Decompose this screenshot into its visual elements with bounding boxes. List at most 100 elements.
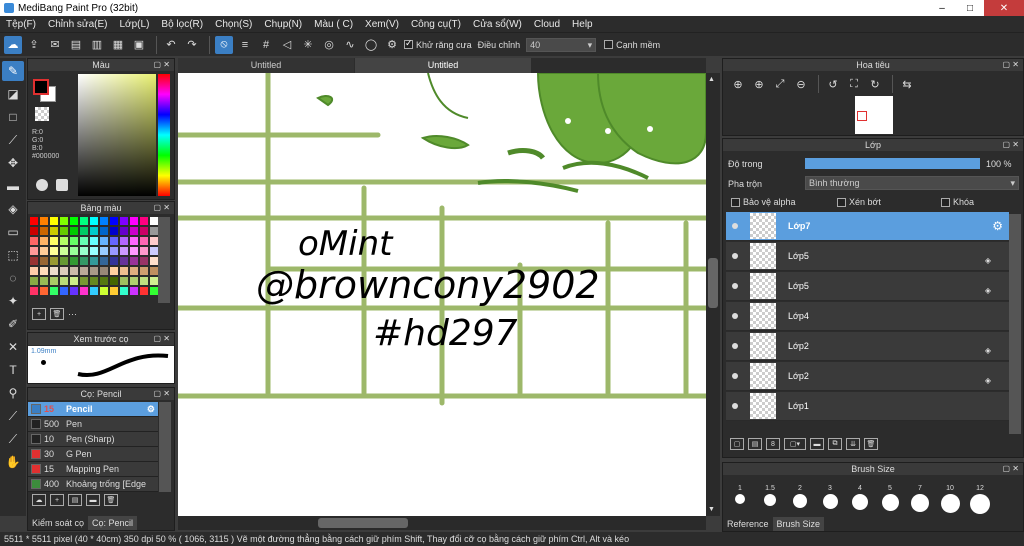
canvas-vertical-scrollbar[interactable]: ▲ ▼ bbox=[706, 73, 720, 516]
palette-swatch[interactable] bbox=[110, 217, 118, 225]
palette-swatch[interactable] bbox=[50, 247, 58, 255]
menu-filter[interactable]: Bộ lọc(R) bbox=[155, 19, 209, 30]
menu-window[interactable]: Cửa sổ(W) bbox=[467, 19, 528, 30]
palette-swatch[interactable] bbox=[130, 227, 138, 235]
panel-close-icon[interactable]: ▢ ✕ bbox=[1003, 463, 1019, 475]
palette-swatch[interactable] bbox=[110, 257, 118, 265]
opacity-slider[interactable] bbox=[805, 158, 980, 169]
panel-close-icon[interactable]: ▢ ✕ bbox=[154, 388, 170, 400]
brush-size-option[interactable]: 1 bbox=[725, 485, 755, 514]
eye-icon[interactable] bbox=[732, 403, 738, 409]
palette-swatch[interactable] bbox=[130, 217, 138, 225]
minimize-button[interactable]: – bbox=[928, 0, 956, 16]
layer-row[interactable]: Lớp2 ◈ bbox=[726, 332, 1009, 361]
tab-brush-pencil[interactable]: Cọ: Pencil bbox=[88, 516, 138, 530]
palette-swatch[interactable] bbox=[90, 267, 98, 275]
delete-color-icon[interactable]: 🗑 bbox=[50, 308, 64, 320]
palette-swatch[interactable] bbox=[50, 217, 58, 225]
brush-item[interactable]: 400 Khoảng trống [Edge bbox=[28, 477, 158, 492]
bucket-tool-icon[interactable]: ◈ bbox=[2, 199, 24, 219]
divide-tool-icon[interactable]: ⚲ bbox=[2, 383, 24, 403]
palette-swatch[interactable] bbox=[90, 287, 98, 295]
palette-swatch[interactable] bbox=[50, 257, 58, 265]
palette-swatch[interactable] bbox=[60, 287, 68, 295]
eye-icon[interactable] bbox=[732, 373, 738, 379]
palette-grid[interactable] bbox=[30, 217, 168, 303]
brush-item[interactable]: 500 Pen bbox=[28, 417, 158, 432]
palette-swatch[interactable] bbox=[150, 287, 158, 295]
layer-scrollbar[interactable] bbox=[1009, 214, 1021, 434]
palette-swatch[interactable] bbox=[40, 227, 48, 235]
brush-size-option[interactable]: 5 bbox=[875, 485, 905, 514]
add-brush-icon[interactable]: + bbox=[50, 494, 64, 506]
palette-swatch[interactable] bbox=[100, 247, 108, 255]
layer-row[interactable]: Lớp2 ◈ bbox=[726, 362, 1009, 391]
layout-icon[interactable]: ▦ bbox=[109, 36, 127, 54]
zoom-in-icon[interactable]: ⊕ bbox=[750, 75, 768, 93]
hand-tool-icon[interactable]: ✋ bbox=[2, 452, 24, 472]
tab-brush-size[interactable]: Brush Size bbox=[772, 517, 825, 531]
palette-swatch[interactable] bbox=[110, 247, 118, 255]
menu-view[interactable]: Xem(V) bbox=[359, 19, 405, 30]
palette-swatch[interactable] bbox=[100, 267, 108, 275]
select-pen-icon[interactable]: ✐ bbox=[2, 314, 24, 334]
palette-swatch[interactable] bbox=[130, 287, 138, 295]
redo-icon[interactable]: ↷ bbox=[183, 36, 201, 54]
palette-swatch[interactable] bbox=[30, 277, 38, 285]
antialias-checkbox[interactable] bbox=[404, 38, 413, 49]
brush-item[interactable]: 10 Pen (Sharp) bbox=[28, 432, 158, 447]
palette-swatch[interactable] bbox=[130, 267, 138, 275]
palette-swatch[interactable] bbox=[70, 287, 78, 295]
tab-reference[interactable]: Reference bbox=[723, 517, 773, 531]
palette-swatch[interactable] bbox=[40, 287, 48, 295]
palette-swatch[interactable] bbox=[80, 237, 88, 245]
palette-swatch[interactable] bbox=[140, 287, 148, 295]
palette-swatch[interactable] bbox=[70, 247, 78, 255]
menu-select[interactable]: Chọn(S) bbox=[209, 19, 258, 30]
palette-swatch[interactable] bbox=[130, 247, 138, 255]
palette-swatch[interactable] bbox=[80, 217, 88, 225]
text-tool-icon[interactable]: T bbox=[2, 360, 24, 380]
palette-swatch[interactable] bbox=[70, 227, 78, 235]
palette-swatch[interactable] bbox=[120, 237, 128, 245]
palette-swatch[interactable] bbox=[120, 277, 128, 285]
undo-icon[interactable]: ↶ bbox=[162, 36, 180, 54]
curve-snap-icon[interactable]: ∿ bbox=[341, 36, 359, 54]
palette-swatch[interactable] bbox=[30, 217, 38, 225]
zoom-fit-icon[interactable]: ⊕ bbox=[729, 75, 747, 93]
drawing-canvas[interactable]: oMint @browncony2902 #hd297 bbox=[178, 73, 706, 516]
panel-close-icon[interactable]: ▢ ✕ bbox=[1003, 139, 1019, 151]
palette-swatch[interactable] bbox=[50, 267, 58, 275]
panel-close-icon[interactable]: ▢ ✕ bbox=[154, 333, 170, 345]
palette-swatch[interactable] bbox=[110, 227, 118, 235]
palette-swatch[interactable] bbox=[30, 287, 38, 295]
menu-help[interactable]: Help bbox=[566, 19, 599, 30]
scroll-down-icon[interactable]: ▼ bbox=[708, 506, 715, 513]
gradient-tool-icon[interactable]: ▭ bbox=[2, 222, 24, 242]
horizontal-scroll-thumb[interactable] bbox=[318, 518, 408, 528]
new-halftone-layer-icon[interactable]: ▤ bbox=[748, 438, 762, 450]
palette-swatch[interactable] bbox=[50, 237, 58, 245]
palette-swatch[interactable] bbox=[90, 217, 98, 225]
brush-tool-icon[interactable]: ✎ bbox=[2, 61, 24, 81]
palette-swatch[interactable] bbox=[150, 267, 158, 275]
palette-swatch[interactable] bbox=[40, 247, 48, 255]
clipping-toggle[interactable]: Xén bớt bbox=[837, 197, 935, 207]
snap-settings-icon[interactable]: ⚙ bbox=[383, 36, 401, 54]
palette-swatch[interactable] bbox=[60, 237, 68, 245]
tab-brush-control[interactable]: Kiểm soát cọ bbox=[28, 516, 89, 530]
tab-document-1[interactable]: Untitled bbox=[178, 58, 354, 73]
vertical-scroll-thumb[interactable] bbox=[708, 258, 718, 308]
cloud-brush-icon[interactable]: ☁ bbox=[32, 494, 46, 506]
palette-swatch[interactable] bbox=[140, 267, 148, 275]
palette-swatch[interactable] bbox=[50, 277, 58, 285]
palette-swatch[interactable] bbox=[40, 237, 48, 245]
brush-size-option[interactable]: 1.5 bbox=[755, 485, 785, 514]
palette-swatch[interactable] bbox=[40, 257, 48, 265]
flip-icon[interactable]: ⇆ bbox=[898, 75, 916, 93]
palette-swatch[interactable] bbox=[150, 277, 158, 285]
color-wheel-icon[interactable] bbox=[36, 179, 48, 191]
add-layer-menu-icon[interactable]: ▢▾ bbox=[784, 438, 806, 450]
brush-item[interactable]: 15 Mapping Pen bbox=[28, 462, 158, 477]
palette-swatch[interactable] bbox=[80, 227, 88, 235]
